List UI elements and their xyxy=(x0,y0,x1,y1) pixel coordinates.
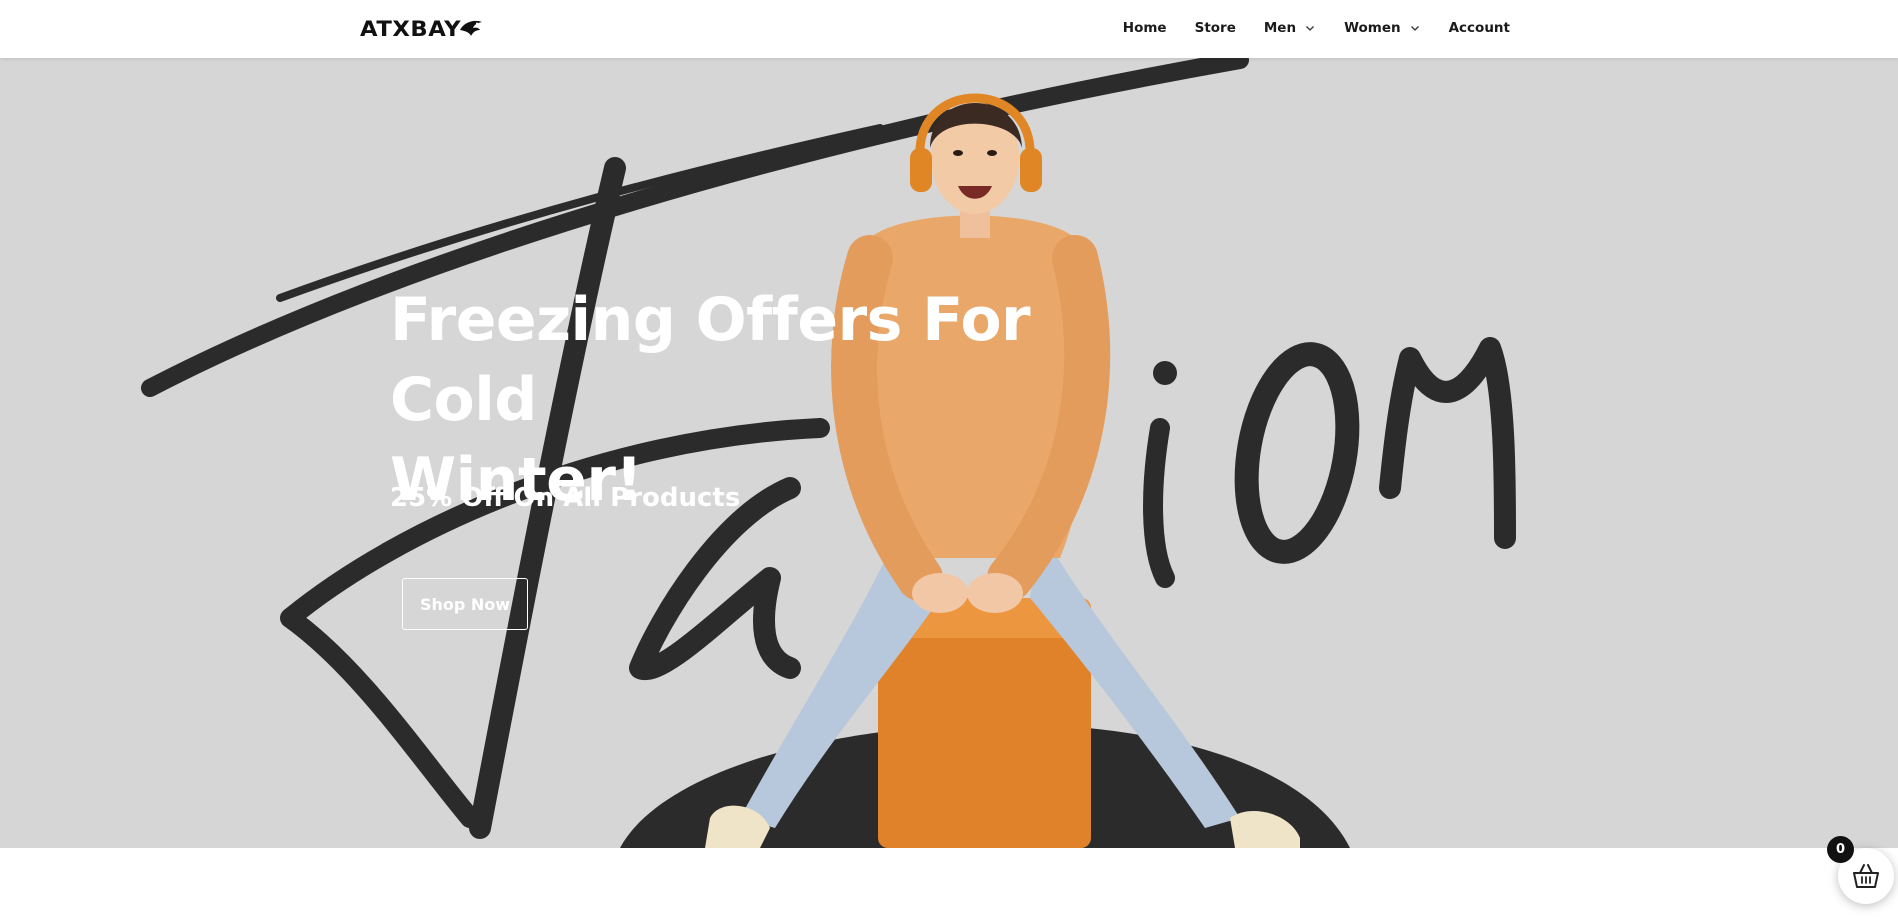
nav-store[interactable]: Store xyxy=(1195,20,1236,36)
basket-icon xyxy=(1853,864,1879,888)
nav-home[interactable]: Home xyxy=(1123,20,1167,36)
hero-title-line1: Freezing Offers For Cold xyxy=(390,285,1031,435)
nav-women[interactable]: Women xyxy=(1344,20,1421,36)
chevron-down-icon xyxy=(1410,26,1419,31)
brand-name: ATXBAY xyxy=(360,17,462,41)
hero-subtitle: 25% Off On All Products xyxy=(390,483,741,513)
brand-logo[interactable]: ATXBAY xyxy=(360,14,484,44)
shop-now-button[interactable]: Shop Now xyxy=(402,578,528,630)
chevron-down-icon xyxy=(1306,26,1315,31)
main-nav: Home Store Men Women Account xyxy=(1123,17,1510,39)
cart-count-badge: 0 xyxy=(1827,836,1854,863)
site-header: ATXBAY Home Store Men Women Account xyxy=(0,0,1898,58)
nav-men[interactable]: Men xyxy=(1264,20,1316,36)
nav-home-label: Home xyxy=(1122,20,1167,36)
nav-account[interactable]: Account xyxy=(1449,20,1510,36)
nav-men-label: Men xyxy=(1263,20,1297,36)
nav-women-label: Women xyxy=(1344,20,1401,36)
nav-store-label: Store xyxy=(1194,20,1236,36)
hero-banner: Freezing Offers For Cold Winter! 25% Off… xyxy=(0,58,1898,848)
nav-account-label: Account xyxy=(1448,20,1510,36)
